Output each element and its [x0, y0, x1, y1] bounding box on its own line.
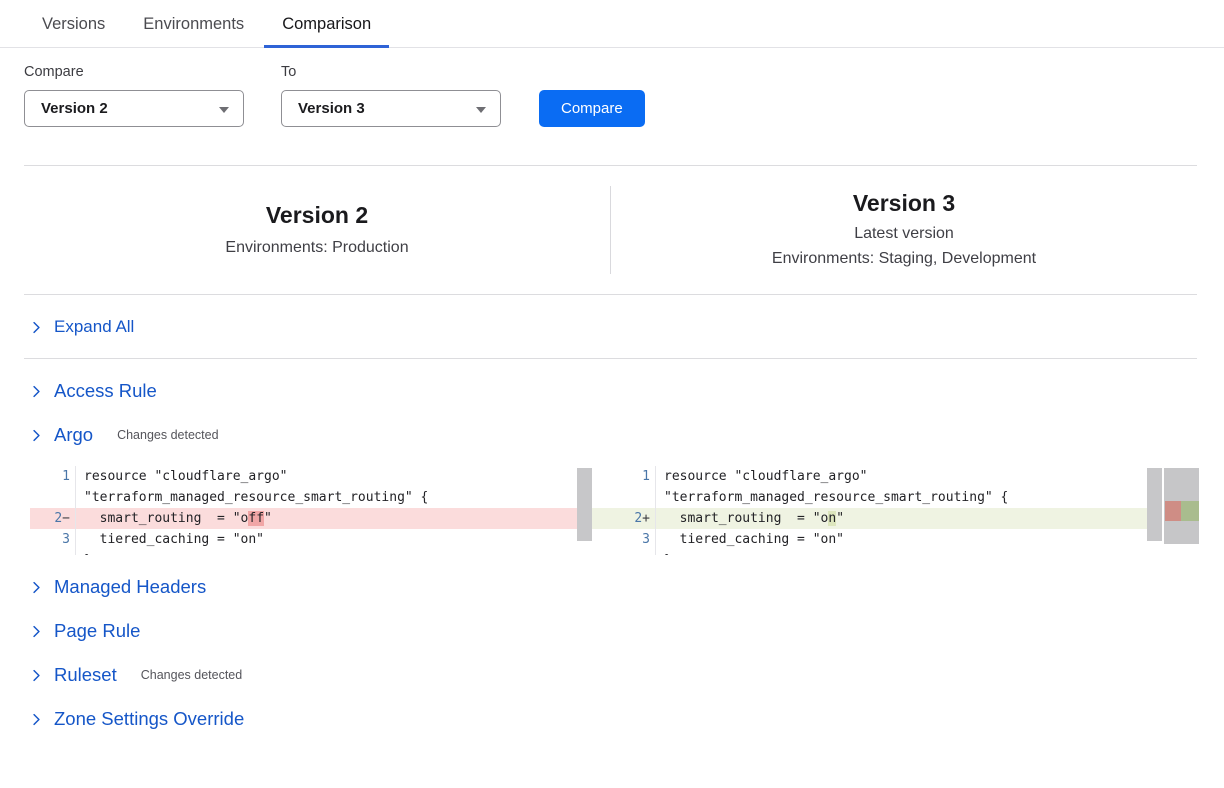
version-right-title: Version 3 — [611, 189, 1197, 218]
section-argo[interactable]: Argo Changes detected — [0, 423, 1224, 447]
section-ruleset[interactable]: Ruleset Changes detected — [0, 663, 1224, 687]
diff-code-line: 1resource "cloudflare_argo" — [30, 466, 592, 487]
diff-code-line: } — [30, 550, 592, 555]
diff-chunk-connector — [592, 508, 610, 529]
changes-detected-badge: Changes detected — [141, 668, 242, 682]
line-number-gutter: 3 — [30, 529, 76, 550]
diff-pane-left: 1resource "cloudflare_argo""terraform_ma… — [30, 466, 592, 555]
code-text: smart_routing = "off" — [76, 508, 592, 529]
line-number-gutter — [610, 550, 656, 555]
version-left-title: Version 2 — [24, 201, 610, 230]
diff-code-line: "terraform_managed_resource_smart_routin… — [30, 487, 592, 508]
minimap-deleted-mark — [1165, 501, 1181, 521]
divider — [24, 294, 1197, 295]
tab-environments[interactable]: Environments — [125, 0, 262, 48]
line-number-gutter — [30, 550, 76, 555]
diff-code-line: 3 tiered_caching = "on" — [610, 529, 1162, 550]
compare-to-value: Version 3 — [298, 100, 365, 117]
line-number-gutter: 1 — [30, 466, 76, 487]
caret-down-icon — [476, 107, 486, 113]
section-label: Managed Headers — [54, 576, 206, 598]
version-right-subtitle: Latest version — [611, 222, 1197, 245]
line-number-gutter — [610, 487, 656, 508]
expand-all-label: Expand All — [54, 317, 134, 337]
section-label: Ruleset — [54, 664, 117, 686]
code-text: } — [76, 550, 592, 555]
code-text: } — [656, 550, 1162, 555]
argo-diff-viewer: 1resource "cloudflare_argo""terraform_ma… — [30, 466, 1224, 555]
section-label: Page Rule — [54, 620, 140, 642]
code-text: "terraform_managed_resource_smart_routin… — [76, 487, 592, 508]
tab-bar: Versions Environments Comparison — [0, 0, 1224, 48]
compare-button[interactable]: Compare — [539, 90, 645, 127]
chevron-right-icon — [30, 669, 43, 682]
line-number-gutter: 2+ — [610, 508, 656, 529]
line-number-gutter: 2− — [30, 508, 76, 529]
line-number-gutter: 1 — [610, 466, 656, 487]
code-text: smart_routing = "on" — [656, 508, 1162, 529]
version-right-environments: Environments: Staging, Development — [611, 247, 1197, 270]
diff-code-line: 2+ smart_routing = "on" — [610, 508, 1162, 529]
chevron-right-icon — [30, 321, 43, 334]
compare-from-select[interactable]: Version 2 — [24, 90, 244, 127]
version-headers: Version 2 Environments: Production Versi… — [0, 166, 1224, 294]
chevron-right-icon — [30, 625, 43, 638]
section-label: Zone Settings Override — [54, 708, 244, 730]
tab-versions[interactable]: Versions — [24, 0, 123, 48]
section-access-rule[interactable]: Access Rule — [0, 379, 1224, 403]
section-label: Access Rule — [54, 380, 157, 402]
version-left-environments: Environments: Production — [24, 236, 610, 259]
compare-to-label: To — [281, 64, 501, 80]
comparison-page: Versions Environments Comparison Compare… — [0, 0, 1224, 788]
diff-overview-minimap[interactable] — [1164, 468, 1199, 544]
section-managed-headers[interactable]: Managed Headers — [0, 575, 1224, 599]
section-zone-settings-override[interactable]: Zone Settings Override — [0, 707, 1224, 731]
chevron-right-icon — [30, 581, 43, 594]
divider — [24, 358, 1197, 359]
minimap-added-mark — [1181, 501, 1199, 521]
chevron-right-icon — [30, 713, 43, 726]
vertical-scrollbar[interactable] — [1147, 468, 1162, 541]
code-text: "terraform_managed_resource_smart_routin… — [656, 487, 1162, 508]
line-number-gutter: 3 — [610, 529, 656, 550]
caret-down-icon — [219, 107, 229, 113]
diff-code-line: } — [610, 550, 1162, 555]
line-number-gutter — [30, 487, 76, 508]
tab-comparison[interactable]: Comparison — [264, 0, 389, 48]
code-text: tiered_caching = "on" — [76, 529, 592, 550]
diff-code-line: 3 tiered_caching = "on" — [30, 529, 592, 550]
version-left-header: Version 2 Environments: Production — [24, 201, 610, 260]
vertical-scrollbar[interactable] — [577, 468, 592, 541]
compare-from-value: Version 2 — [41, 100, 108, 117]
diff-code-line: "terraform_managed_resource_smart_routin… — [610, 487, 1162, 508]
version-right-header: Version 3 Latest version Environments: S… — [611, 189, 1197, 270]
compare-from-label: Compare — [24, 64, 244, 80]
diff-gap — [592, 466, 610, 555]
chevron-right-icon — [30, 385, 43, 398]
section-label: Argo — [54, 424, 93, 446]
diff-code-line: 1resource "cloudflare_argo" — [610, 466, 1162, 487]
chevron-right-icon — [30, 429, 43, 442]
code-text: resource "cloudflare_argo" — [76, 466, 592, 487]
changes-detected-badge: Changes detected — [117, 428, 218, 442]
code-text: tiered_caching = "on" — [656, 529, 1162, 550]
section-page-rule[interactable]: Page Rule — [0, 619, 1224, 643]
expand-all-button[interactable]: Expand All — [0, 317, 1224, 337]
diff-pane-right: 1resource "cloudflare_argo""terraform_ma… — [610, 466, 1162, 555]
diff-code-line: 2− smart_routing = "off" — [30, 508, 592, 529]
compare-controls: Compare Version 2 To Version 3 Compare — [0, 48, 1224, 127]
code-text: resource "cloudflare_argo" — [656, 466, 1162, 487]
compare-to-select[interactable]: Version 3 — [281, 90, 501, 127]
